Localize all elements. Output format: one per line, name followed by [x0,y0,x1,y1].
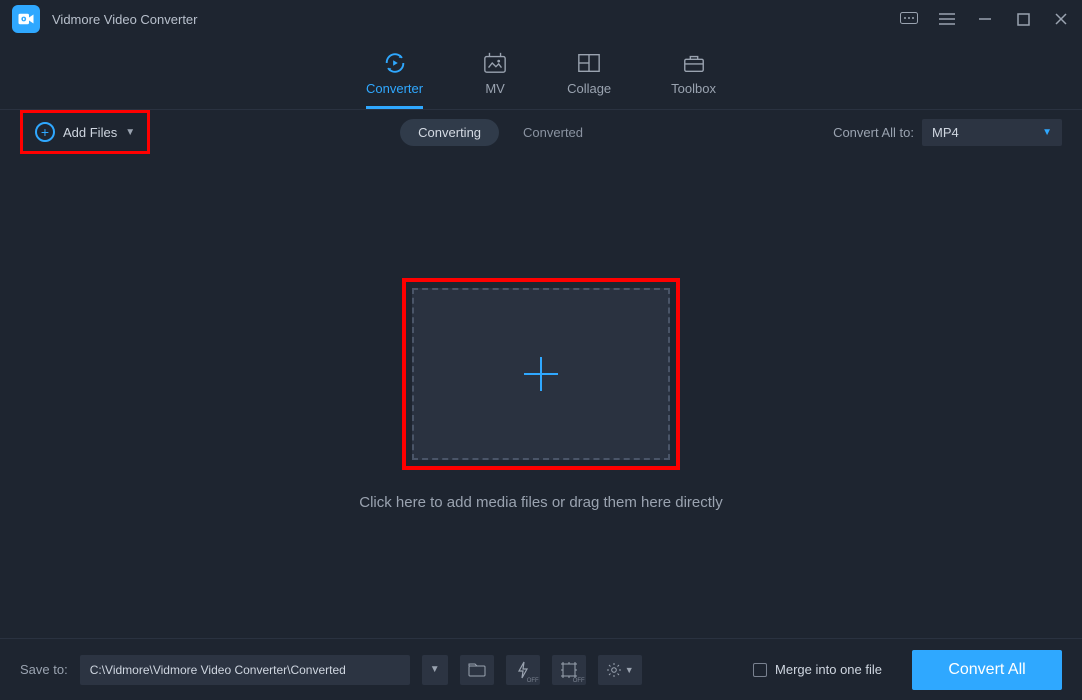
format-select[interactable]: MP4 ▼ [922,119,1062,146]
collage-icon [577,51,601,75]
merge-label: Merge into one file [775,662,882,677]
sub-bar: + Add Files ▼ Converting Converted Conve… [0,110,1082,154]
save-to-label: Save to: [20,662,68,677]
add-files-label: Add Files [63,125,117,140]
minimize-button[interactable] [976,10,994,28]
chevron-down-icon: ▼ [625,665,634,675]
toolbox-icon [682,51,706,75]
drop-hint-text: Click here to add media files or drag th… [359,494,723,511]
save-path-dropdown[interactable]: ▼ [422,655,448,685]
tab-label: Converter [366,81,423,96]
tab-mv[interactable]: MV [483,51,507,109]
app-title: Vidmore Video Converter [52,12,900,27]
chevron-down-icon: ▼ [125,127,135,138]
convert-all-to-label: Convert All to: [833,125,914,140]
tab-converter[interactable]: Converter [366,51,423,109]
merge-checkbox[interactable]: Merge into one file [753,662,882,677]
chevron-down-icon: ▼ [1042,127,1052,138]
maximize-button[interactable] [1014,10,1032,28]
window-controls [900,10,1070,28]
content-area: Click here to add media files or drag th… [0,154,1082,634]
format-value: MP4 [932,125,959,140]
high-speed-button[interactable]: OFF [552,655,586,685]
checkbox-box [753,663,767,677]
save-path-value: C:\Vidmore\Vidmore Video Converter\Conve… [90,663,346,677]
subtab-converting[interactable]: Converting [400,119,499,146]
subtab-converted[interactable]: Converted [523,125,583,140]
tab-label: MV [485,81,505,96]
convert-all-to: Convert All to: MP4 ▼ [833,119,1062,146]
close-button[interactable] [1052,10,1070,28]
open-folder-button[interactable] [460,655,494,685]
drop-zone[interactable] [412,288,670,460]
hardware-accel-button[interactable]: OFF [506,655,540,685]
subbar-center: Converting Converted [150,119,833,146]
tab-label: Collage [567,81,611,96]
plus-icon [516,349,566,399]
tab-toolbox[interactable]: Toolbox [671,51,716,109]
drop-zone-highlight [402,278,680,470]
settings-button[interactable]: ▼ [598,655,642,685]
save-path-field[interactable]: C:\Vidmore\Vidmore Video Converter\Conve… [80,655,410,685]
feedback-icon[interactable] [900,10,918,28]
add-files-highlight: + Add Files ▼ [20,110,150,154]
mv-icon [483,51,507,75]
convert-all-button[interactable]: Convert All [912,650,1062,690]
off-badge: OFF [527,678,539,684]
title-bar: Vidmore Video Converter [0,0,1082,38]
off-badge: OFF [573,678,585,684]
main-tabs: Converter MV Collage Toolbox [0,38,1082,110]
converter-icon [383,51,407,75]
tab-collage[interactable]: Collage [567,51,611,109]
menu-icon[interactable] [938,10,956,28]
app-logo [12,5,40,33]
add-files-button[interactable]: + Add Files ▼ [35,122,135,142]
tab-label: Toolbox [671,81,716,96]
plus-circle-icon: + [35,122,55,142]
footer-bar: Save to: C:\Vidmore\Vidmore Video Conver… [0,638,1082,700]
